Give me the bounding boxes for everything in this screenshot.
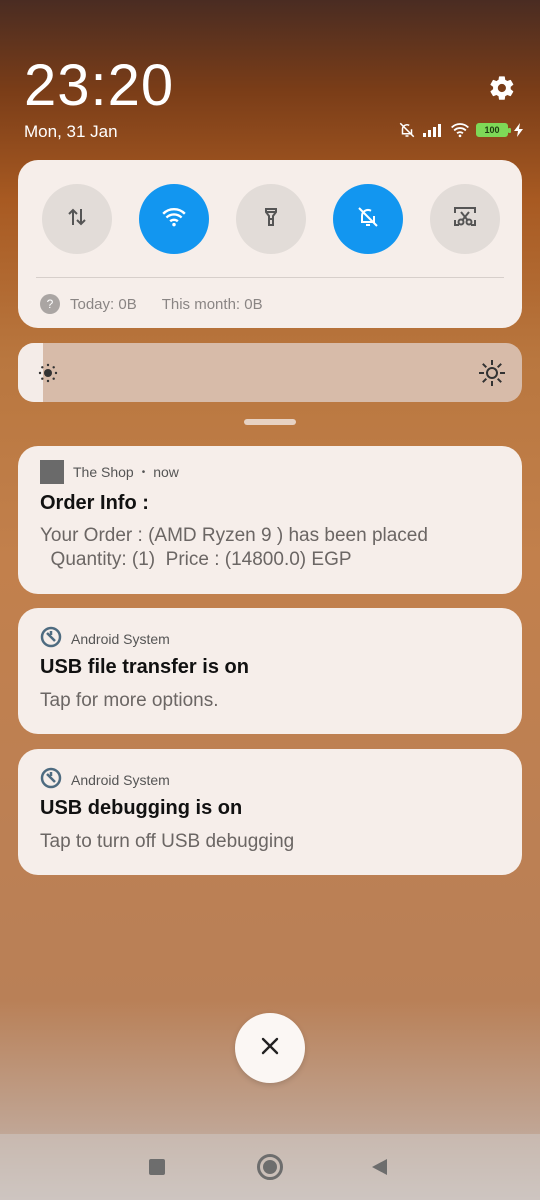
signal-icon — [422, 123, 444, 137]
separator-dot: • — [141, 466, 146, 478]
quick-settings-panel: ? Today: 0B This month: 0B — [18, 160, 522, 328]
silent-bell-icon — [398, 121, 416, 139]
notification-card[interactable]: Android System USB debugging is on Tap t… — [18, 749, 522, 875]
app-name: Android System — [71, 771, 170, 788]
android-system-icon — [40, 767, 62, 792]
clear-all-button[interactable] — [235, 1013, 305, 1083]
back-triangle-icon[interactable] — [371, 1158, 389, 1181]
notification-title: Order Info : — [40, 492, 149, 514]
data-usage-row[interactable]: ? Today: 0B This month: 0B — [40, 294, 263, 314]
notification-body: Tap to turn off USB debugging — [40, 831, 295, 852]
scissors-screenshot-icon — [452, 205, 478, 234]
clock-date: Mon, 31 Jan — [24, 122, 118, 141]
quick-settings-tiles — [42, 184, 500, 254]
notification-title: USB file transfer is on — [40, 656, 249, 678]
status-icons: 100 — [398, 121, 524, 139]
clock-time: 23:20 — [24, 53, 175, 118]
android-system-icon — [40, 626, 62, 651]
flashlight-toggle[interactable] — [236, 184, 306, 254]
notification-time: now — [153, 464, 179, 480]
app-name: The Shop — [73, 464, 134, 480]
usage-month: This month: 0B — [161, 295, 263, 313]
battery-level: 100 — [484, 125, 500, 135]
notification-body: Tap for more options. — [40, 690, 219, 711]
recents-square-icon[interactable] — [149, 1159, 165, 1175]
usage-today: Today: 0B — [70, 295, 137, 313]
notification-header: Android System — [40, 767, 170, 792]
charging-bolt-icon — [514, 123, 524, 137]
qs-divider — [36, 277, 504, 278]
brightness-low-icon — [38, 363, 58, 388]
app-name: Android System — [71, 630, 170, 647]
bell-off-icon — [356, 205, 380, 234]
screenshot-toggle[interactable] — [430, 184, 500, 254]
data-arrows-icon — [65, 205, 89, 234]
notification-header: Android System — [40, 626, 170, 651]
silent-toggle[interactable] — [333, 184, 403, 254]
battery-icon: 100 — [476, 123, 511, 137]
notification-header: The Shop • now — [40, 460, 179, 484]
home-circle-icon[interactable] — [257, 1154, 283, 1180]
notification-title: USB debugging is on — [40, 797, 243, 819]
question-mark-icon: ? — [40, 294, 60, 314]
wifi-icon — [450, 122, 470, 138]
notification-body: Your Order : (AMD Ryzen 9 ) has been pla… — [40, 525, 428, 570]
brightness-slider[interactable] — [18, 343, 522, 402]
wifi-icon — [161, 206, 187, 233]
mobile-data-toggle[interactable] — [42, 184, 112, 254]
wifi-toggle[interactable] — [139, 184, 209, 254]
notification-card[interactable]: Android System USB file transfer is on T… — [18, 608, 522, 734]
drag-handle[interactable] — [244, 419, 296, 425]
app-icon — [40, 460, 64, 484]
settings-gear-icon[interactable] — [488, 74, 516, 102]
flashlight-icon — [259, 205, 283, 234]
close-icon — [260, 1036, 280, 1061]
brightness-high-icon — [478, 359, 506, 392]
notification-card[interactable]: The Shop • now Order Info : Your Order :… — [18, 446, 522, 594]
